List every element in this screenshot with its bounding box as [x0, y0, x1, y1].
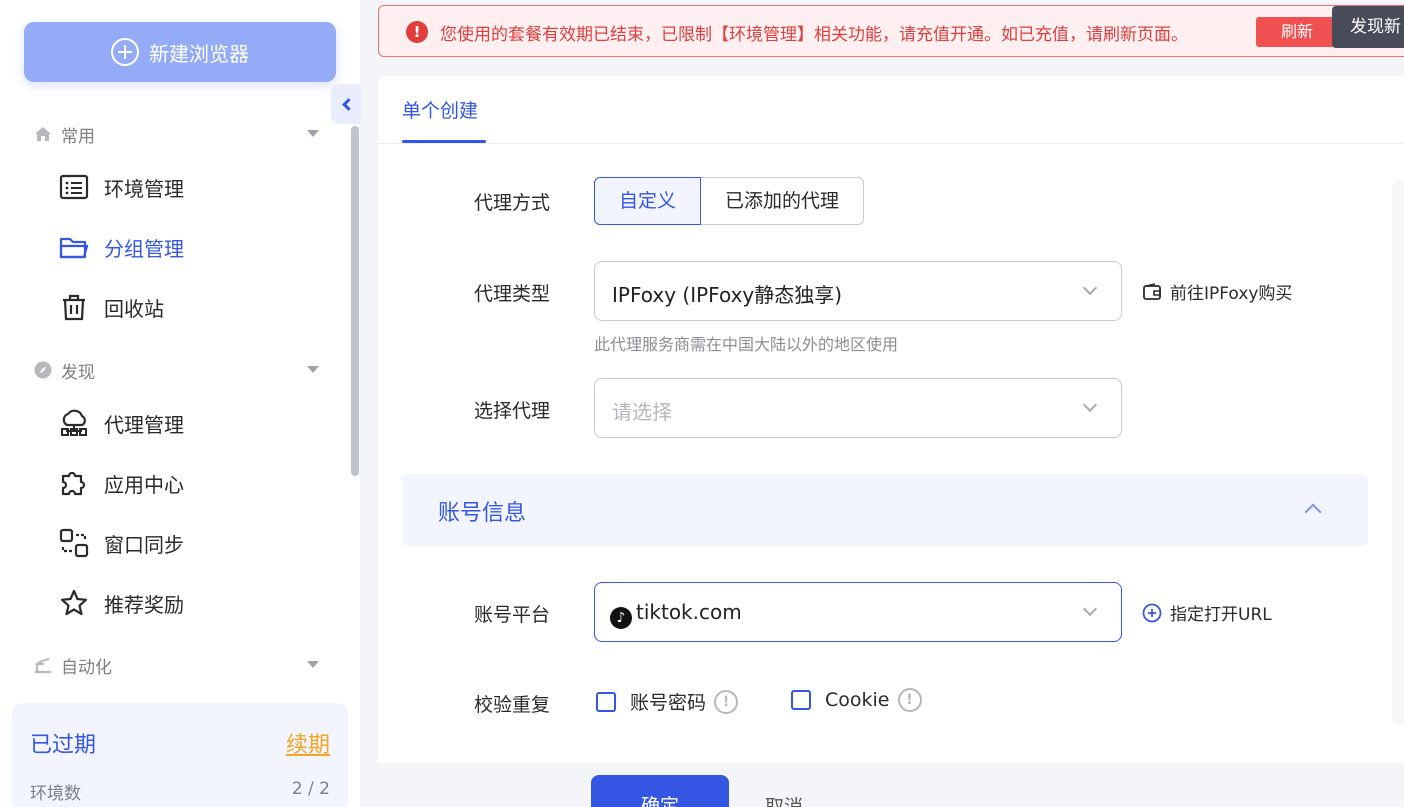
sidebar-item-label: 应用中心	[104, 472, 184, 497]
checkbox-box[interactable]	[791, 690, 811, 710]
platform-value: tiktok.com	[636, 600, 742, 624]
exclamation-icon: !	[406, 21, 428, 43]
info-icon[interactable]: !	[897, 688, 922, 712]
window-sync-icon	[59, 528, 89, 558]
alert-message: 您使用的套餐有效期已结束，已限制【环境管理】相关功能，请充值开通。如已充值，请刷…	[440, 25, 1188, 45]
select-proxy-placeholder: 请选择	[612, 400, 672, 424]
platform-label: 账号平台	[474, 604, 551, 626]
new-browser-label: 新建浏览器	[149, 41, 249, 66]
proxy-mode-option-saved[interactable]: 已添加的代理	[701, 177, 865, 225]
section-common[interactable]: 常用	[33, 119, 319, 149]
sidebar-item-label: 推荐奖励	[104, 592, 184, 617]
tab-single-create[interactable]: 单个创建	[402, 96, 478, 123]
buy-ipfoxy-label: 前往IPFoxy购买	[1170, 284, 1293, 304]
plus-circle-icon	[111, 38, 139, 66]
plan-status: 已过期	[30, 733, 97, 758]
dedupe-cookie-checkbox[interactable]: Cookie !	[791, 688, 922, 712]
proxy-mode-option-custom[interactable]: 自定义	[594, 177, 702, 225]
select-proxy-dropdown[interactable]: 请选择	[594, 378, 1122, 438]
checkbox-box[interactable]	[596, 691, 616, 712]
section-discover[interactable]: 发现	[33, 355, 319, 385]
env-count-label: 环境数	[30, 784, 81, 804]
wallet-icon	[1143, 282, 1161, 300]
divider	[378, 143, 1404, 144]
info-icon[interactable]: !	[714, 689, 739, 714]
compass-icon	[34, 361, 52, 379]
checkbox-label: Cookie	[825, 689, 890, 711]
sidebar-item-proxy-manage[interactable]: 代理管理	[58, 405, 184, 441]
chevron-down-icon	[1082, 601, 1098, 617]
sidebar-item-referral-reward[interactable]: 推荐奖励	[58, 585, 184, 621]
sidebar-item-window-sync[interactable]: 窗口同步	[58, 525, 184, 561]
sidebar-item-recycle-bin[interactable]: 回收站	[58, 289, 164, 325]
select-proxy-label: 选择代理	[474, 400, 551, 422]
discover-new-tag[interactable]: 发现新	[1332, 6, 1404, 48]
section-automation-label: 自动化	[61, 657, 112, 678]
cloud-network-icon	[61, 409, 87, 436]
collapse-sidebar-button[interactable]	[331, 84, 361, 124]
sidebar-scrollbar[interactable]	[351, 126, 359, 476]
proxy-type-hint: 此代理服务商需在中国大陆以外的地区使用	[594, 335, 899, 354]
chevron-down-icon	[1082, 280, 1098, 296]
buy-ipfoxy-link[interactable]: 前往IPFoxy购买	[1142, 279, 1292, 304]
trash-icon	[63, 294, 85, 321]
proxy-type-value: IPFoxy (IPFoxy静态独享)	[612, 283, 843, 307]
sidebar-item-label: 窗口同步	[104, 532, 184, 557]
sidebar-item-group-manage[interactable]: 分组管理	[58, 229, 184, 265]
sidebar-item-app-center[interactable]: 应用中心	[58, 465, 184, 501]
proxy-mode-segmented: 自定义 已添加的代理	[594, 177, 865, 225]
open-url-link[interactable]: 指定打开URL	[1142, 600, 1272, 625]
folder-icon	[59, 237, 89, 259]
plus-circle-icon	[1142, 603, 1162, 622]
caret-down-icon	[307, 661, 319, 668]
cancel-button[interactable]: 取消	[765, 792, 803, 807]
confirm-label: 确定	[640, 795, 679, 807]
chevron-up-icon	[1304, 503, 1322, 521]
sidebar-item-label: 回收站	[104, 296, 164, 321]
caret-down-icon	[307, 366, 319, 373]
platform-select[interactable]: ♪ tiktok.com	[594, 582, 1122, 642]
right-panel-edge	[1392, 180, 1404, 725]
sidebar-item-label: 环境管理	[104, 176, 184, 201]
proxy-type-select[interactable]: IPFoxy (IPFoxy静态独享)	[594, 261, 1122, 321]
dedupe-account-password-checkbox[interactable]: 账号密码 !	[596, 688, 739, 715]
refresh-button[interactable]: 刷新	[1256, 17, 1338, 47]
platform-value-wrap: ♪ tiktok.com	[610, 600, 742, 629]
expired-alert: ! 您使用的套餐有效期已结束，已限制【环境管理】相关功能，请充值开通。如已充值，…	[378, 5, 1404, 57]
star-icon	[60, 589, 88, 616]
confirm-button[interactable]: 确定	[591, 775, 729, 807]
sidebar: 新建浏览器 常用 环境管理 分组管理 回收站 发现 代理管理 应用中心 窗口同步	[0, 0, 361, 807]
env-count-value: 2 / 2	[291, 779, 330, 799]
tiktok-logo-icon: ♪	[610, 607, 632, 629]
sidebar-item-label: 分组管理	[104, 236, 184, 261]
automation-icon	[35, 657, 51, 674]
dedupe-label: 校验重复	[474, 694, 551, 716]
account-section-header[interactable]: 账号信息	[402, 474, 1368, 546]
caret-down-icon	[307, 130, 319, 137]
sidebar-item-label: 代理管理	[104, 412, 184, 437]
home-icon	[35, 127, 51, 141]
puzzle-icon	[61, 471, 86, 496]
new-browser-button[interactable]: 新建浏览器	[24, 22, 336, 82]
section-discover-label: 发现	[61, 362, 95, 383]
chevron-down-icon	[1082, 397, 1098, 413]
plan-card: 已过期 续期 环境数 2 / 2	[12, 703, 348, 807]
checkbox-label: 账号密码	[630, 692, 707, 714]
account-section-title: 账号信息	[438, 501, 527, 526]
section-common-label: 常用	[61, 126, 95, 147]
list-icon	[59, 174, 89, 200]
sidebar-item-env-manage[interactable]: 环境管理	[58, 169, 184, 205]
proxy-mode-label: 代理方式	[474, 192, 551, 214]
create-form-card: 单个创建 代理方式 自定义 已添加的代理 代理类型 IPFoxy (IPFoxy…	[378, 76, 1404, 763]
chevron-left-icon	[341, 97, 355, 111]
proxy-type-label: 代理类型	[474, 283, 551, 305]
section-automation[interactable]: 自动化	[33, 650, 319, 680]
open-url-label: 指定打开URL	[1170, 605, 1272, 625]
renew-link[interactable]: 续期	[286, 727, 330, 759]
